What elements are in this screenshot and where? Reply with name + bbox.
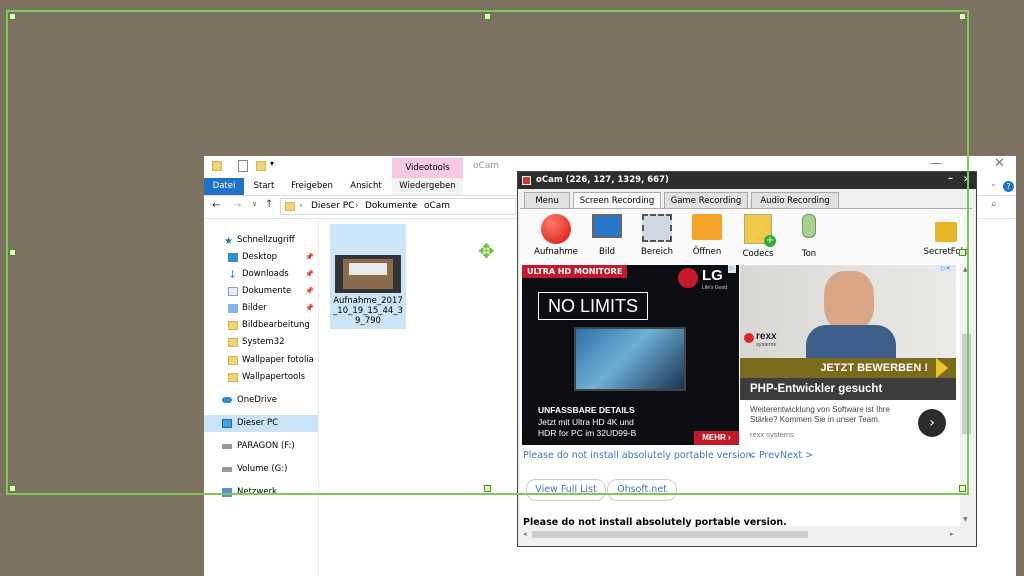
help-icon[interactable]: ? (1003, 181, 1014, 192)
portable-notice-text: Please do not install absolutely portabl… (523, 517, 787, 528)
resize-handle-bottom-left[interactable] (9, 485, 16, 492)
ribbon-expand-icon[interactable]: ⌄ (990, 179, 997, 188)
resize-handle-top[interactable] (484, 13, 491, 20)
resize-handle-bottom-right[interactable] (959, 485, 966, 492)
resize-handle-bottom[interactable] (484, 485, 491, 492)
scroll-down-icon[interactable]: ▼ (963, 516, 968, 523)
horizontal-scrollbar[interactable]: ◂ ▸ (520, 529, 972, 540)
close-button[interactable]: ✕ (994, 156, 1005, 171)
h-scrollbar-thumb[interactable] (532, 531, 808, 538)
scroll-left-icon[interactable]: ◂ (523, 530, 527, 538)
search-icon[interactable]: ⌕ (991, 199, 997, 210)
resize-handle-left[interactable] (9, 249, 16, 256)
resize-handle-top-right[interactable] (959, 13, 966, 20)
recording-area-frame[interactable] (6, 10, 969, 495)
resize-handle-top-left[interactable] (9, 13, 16, 20)
scroll-right-icon[interactable]: ▸ (950, 530, 954, 538)
resize-handle-right[interactable] (959, 249, 966, 256)
